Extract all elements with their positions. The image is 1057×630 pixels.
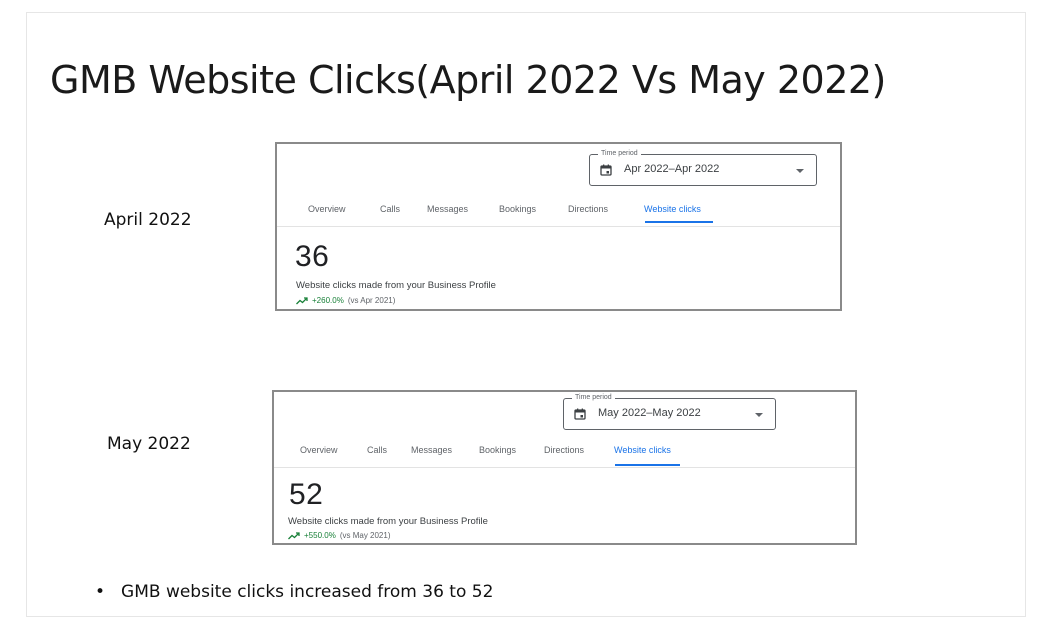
tab-website-clicks[interactable]: Website clicks: [644, 204, 701, 214]
trending-up-icon: [288, 531, 300, 539]
calendar-icon: [600, 164, 612, 176]
calendar-icon: [574, 408, 586, 420]
tab-bar: Overview Calls Messages Bookings Directi…: [277, 204, 840, 227]
tab-bar: Overview Calls Messages Bookings Directi…: [274, 445, 855, 468]
trending-up-icon: [296, 296, 308, 304]
screenshot-panel-may: Time period May 2022–May 2022 Overview C…: [272, 390, 857, 545]
summary-bullet-text: GMB website clicks increased from 36 to …: [121, 582, 494, 602]
time-period-value: May 2022–May 2022: [598, 407, 701, 419]
period-label-april: April 2022: [104, 210, 192, 230]
metric-description: Website clicks made from your Business P…: [296, 280, 496, 291]
tab-directions[interactable]: Directions: [544, 445, 584, 455]
active-tab-indicator: [615, 464, 680, 466]
time-period-select[interactable]: Time period May 2022–May 2022: [563, 393, 776, 430]
slide-title: GMB Website Clicks(April 2022 Vs May 202…: [50, 58, 886, 102]
chevron-down-icon[interactable]: [796, 169, 804, 173]
change-row: +260.0% (vs Apr 2021): [296, 296, 395, 305]
tab-messages[interactable]: Messages: [427, 204, 468, 214]
bullet-icon: •: [95, 582, 106, 602]
chevron-down-icon[interactable]: [755, 413, 763, 417]
tab-calls[interactable]: Calls: [367, 445, 387, 455]
tab-overview[interactable]: Overview: [308, 204, 346, 214]
metric-description: Website clicks made from your Business P…: [288, 516, 488, 527]
metric-value: 52: [289, 478, 324, 511]
time-period-value: Apr 2022–Apr 2022: [624, 163, 720, 175]
tab-bookings[interactable]: Bookings: [499, 204, 536, 214]
tab-calls[interactable]: Calls: [380, 204, 400, 214]
tab-overview[interactable]: Overview: [300, 445, 338, 455]
change-percent: +260.0%: [312, 296, 344, 305]
tab-website-clicks[interactable]: Website clicks: [614, 445, 671, 455]
time-period-legend: Time period: [572, 393, 615, 403]
change-comparison: (vs Apr 2021): [347, 296, 396, 305]
time-period-legend: Time period: [598, 149, 641, 159]
tab-directions[interactable]: Directions: [568, 204, 608, 214]
active-tab-indicator: [645, 221, 713, 223]
change-row: +550.0% (vs May 2021): [288, 531, 391, 540]
metric-value: 36: [295, 240, 330, 273]
time-period-select[interactable]: Time period Apr 2022–Apr 2022: [589, 149, 817, 186]
change-comparison: (vs May 2021): [339, 531, 391, 540]
screenshot-panel-april: Time period Apr 2022–Apr 2022 Overview C…: [275, 142, 842, 311]
summary-bullet: • GMB website clicks increased from 36 to…: [95, 582, 493, 602]
period-label-may: May 2022: [107, 434, 191, 454]
tab-messages[interactable]: Messages: [411, 445, 452, 455]
change-percent: +550.0%: [304, 531, 336, 540]
tab-bookings[interactable]: Bookings: [479, 445, 516, 455]
